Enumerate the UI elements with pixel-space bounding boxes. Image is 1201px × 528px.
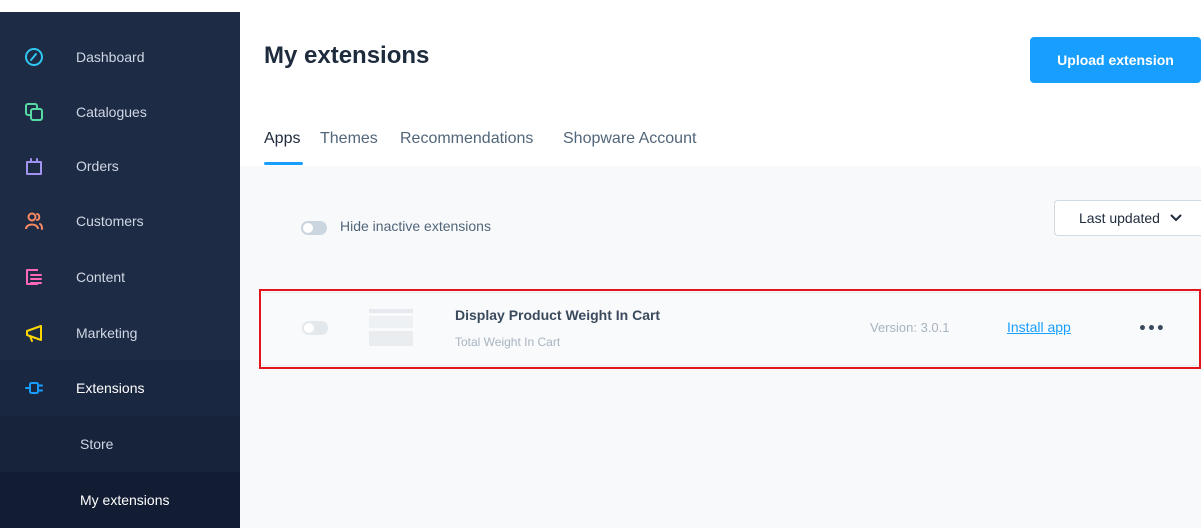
sidebar-item-label: Content [76, 269, 126, 285]
toggle-knob [303, 223, 313, 233]
sidebar-item-label: Dashboard [76, 49, 145, 65]
extension-thumbnail-icon [369, 309, 413, 347]
extensions-content: Hide inactive extensions Last updated Di… [240, 166, 1201, 528]
hide-inactive-label: Hide inactive extensions [340, 218, 491, 234]
content-icon [23, 266, 45, 288]
sidebar-item-content[interactable]: Content [0, 249, 240, 305]
extension-version: Version: 3.0.1 [870, 320, 950, 335]
chevron-down-icon [1170, 214, 1182, 222]
sort-select[interactable]: Last updated [1054, 200, 1201, 236]
sidebar-item-orders[interactable]: Orders [0, 138, 240, 194]
sidebar-item-label: Marketing [76, 325, 138, 341]
tab-apps[interactable]: Apps [264, 130, 300, 148]
sidebar-subitem-store[interactable]: Store [0, 416, 240, 472]
sidebar-item-dashboard[interactable]: Dashboard [0, 29, 240, 85]
install-app-link[interactable]: Install app [1007, 319, 1071, 335]
hide-inactive-toggle[interactable] [301, 221, 327, 235]
more-actions-icon[interactable]: ••• [1138, 321, 1165, 337]
sidebar-item-marketing[interactable]: Marketing [0, 305, 240, 361]
sidebar-subitem-label: Store [80, 436, 114, 452]
sidebar-item-label: Orders [76, 158, 119, 174]
sidebar-item-label: Extensions [76, 380, 145, 396]
extension-card: Display Product Weight In Cart Total Wei… [262, 292, 1201, 366]
active-tab-indicator [264, 162, 303, 165]
sidebar-item-label: Catalogues [76, 104, 147, 120]
tab-recommendations[interactable]: Recommendations [400, 130, 533, 148]
sidebar-item-extensions[interactable]: Extensions [0, 360, 240, 416]
tab-themes[interactable]: Themes [320, 130, 378, 148]
sidebar-item-label: Customers [76, 213, 144, 229]
extension-name: Display Product Weight In Cart [455, 307, 661, 323]
catalogues-icon [23, 101, 45, 123]
sidebar-item-customers[interactable]: Customers [0, 193, 240, 249]
customers-icon [23, 210, 45, 232]
toggle-knob [304, 323, 314, 333]
sort-select-value: Last updated [1079, 210, 1160, 226]
marketing-icon [23, 322, 45, 344]
orders-icon [23, 155, 45, 177]
sidebar-subitem-my-extensions[interactable]: My extensions [0, 472, 240, 528]
sidebar-item-catalogues[interactable]: Catalogues [0, 84, 240, 140]
sidebar: Dashboard Catalogues Orders Customers Co… [0, 12, 240, 528]
upload-extension-button[interactable]: Upload extension [1030, 37, 1201, 83]
extension-active-toggle[interactable] [302, 321, 328, 335]
page-title: My extensions [264, 42, 430, 69]
tab-shopware-account[interactable]: Shopware Account [563, 130, 696, 148]
dashboard-icon [23, 46, 45, 68]
extensions-icon [23, 377, 45, 399]
extension-description: Total Weight In Cart [455, 335, 561, 349]
main-content: My extensions Upload extension Apps Them… [240, 0, 1201, 528]
sidebar-subitem-label: My extensions [80, 492, 170, 508]
